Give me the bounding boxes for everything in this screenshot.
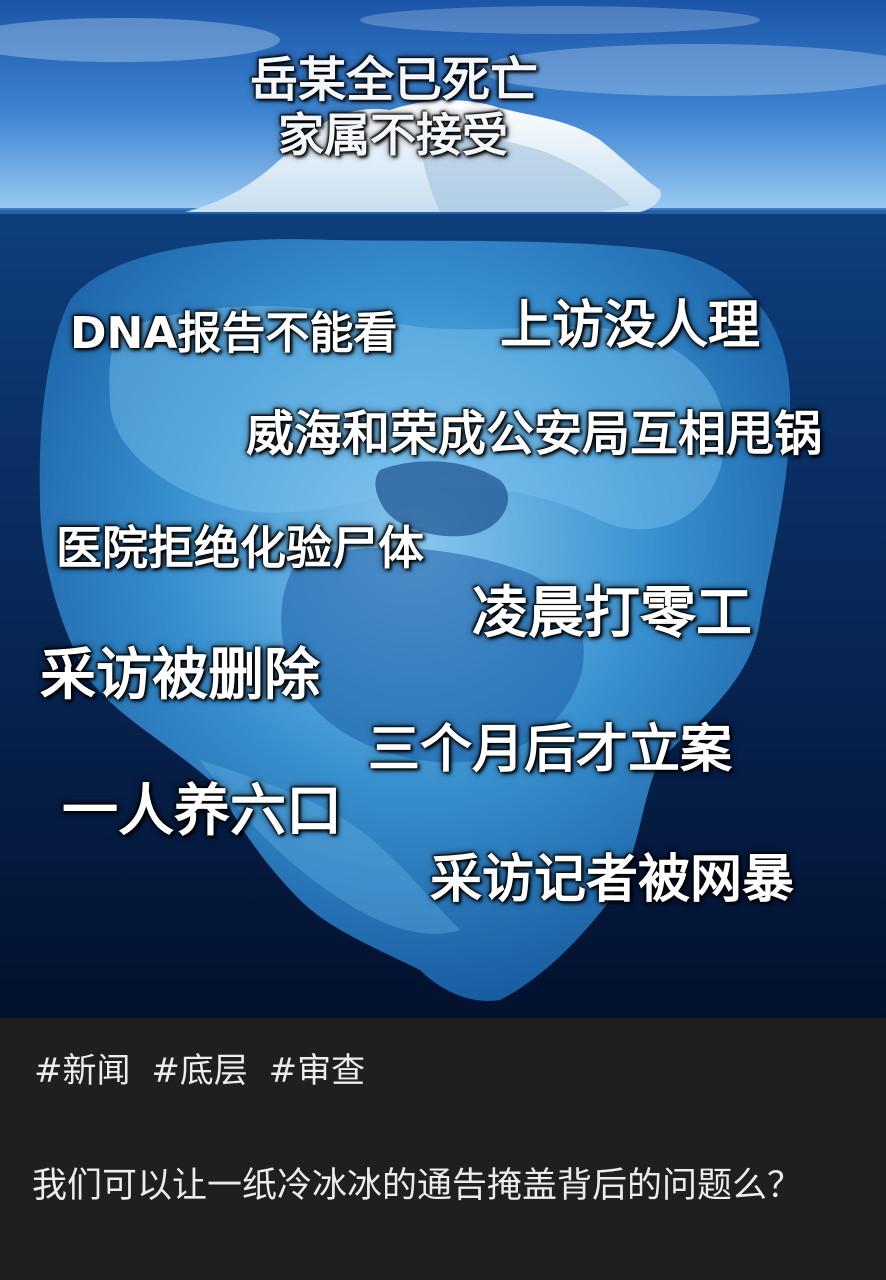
iceberg-tip-line-1: 岳某全已死亡 bbox=[250, 52, 539, 108]
label-interview-deleted: 采访被删除 bbox=[40, 643, 320, 708]
hashtag-bottom-class[interactable]: #底层 bbox=[151, 1051, 248, 1091]
label-dna-report: DNA报告不能看 bbox=[70, 308, 398, 359]
label-police-blame: 威海和荣成公安局互相甩锅 bbox=[246, 406, 823, 462]
hashtag-row: #新闻 #底层 #审查 bbox=[34, 1054, 375, 1088]
hashtag-censorship[interactable]: #审查 bbox=[269, 1051, 366, 1091]
iceberg-tip-line-2: 家属不接受 bbox=[278, 108, 508, 162]
post-text: 我们可以让一纸冷冰冰的通告掩盖背后的问题么？ bbox=[32, 1166, 803, 1206]
label-odd-jobs: 凌晨打零工 bbox=[472, 581, 752, 646]
label-reporter-bullied: 采访记者被网暴 bbox=[430, 850, 795, 910]
label-hospital-refuse: 医院拒绝化验尸体 bbox=[56, 521, 424, 575]
iceberg-image[interactable]: 岳某全已死亡 家属不接受 DNA报告不能看 上访没人理 威海和荣成公安局互相甩锅… bbox=[0, 0, 886, 1018]
label-case-filed-late: 三个月后才立案 bbox=[368, 720, 733, 780]
label-petition-ignored: 上访没人理 bbox=[500, 296, 761, 356]
label-supports-six: 一人养六口 bbox=[62, 779, 342, 844]
hashtag-news[interactable]: #新闻 bbox=[34, 1051, 131, 1091]
